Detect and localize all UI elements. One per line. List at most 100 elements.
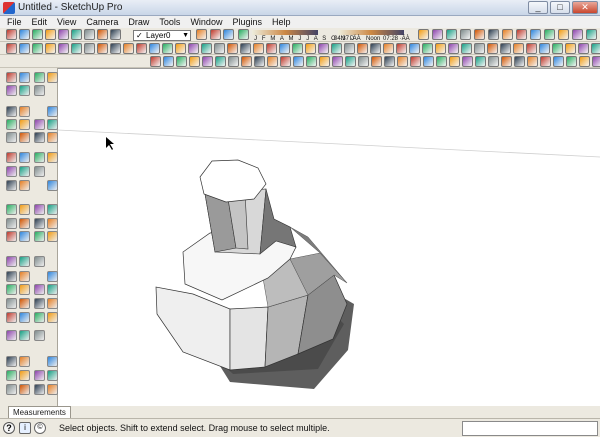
tool-button[interactable] (19, 166, 30, 177)
tool-button[interactable] (34, 85, 45, 96)
toolbar-button[interactable] (436, 56, 447, 67)
tool-button[interactable] (6, 271, 17, 282)
toolbar-button[interactable] (448, 43, 459, 54)
toolbar-button[interactable] (58, 29, 69, 40)
toolbar-button[interactable] (202, 56, 213, 67)
toolbar-button[interactable] (214, 43, 225, 54)
minimize-button[interactable]: _ (528, 1, 548, 14)
toolbar-button[interactable] (223, 29, 234, 40)
tool-button[interactable] (34, 152, 45, 163)
toolbar-button[interactable] (410, 56, 421, 67)
toolbar-button[interactable] (572, 29, 583, 40)
toolbar-button[interactable] (305, 43, 316, 54)
tool-button[interactable] (6, 284, 17, 295)
toolbar-button[interactable] (488, 56, 499, 67)
toolbar-button[interactable] (254, 56, 265, 67)
tool-button[interactable] (19, 384, 30, 395)
toolbar-button[interactable] (516, 29, 527, 40)
close-button[interactable]: ✕ (572, 1, 598, 14)
toolbar-button[interactable] (462, 56, 473, 67)
toolbar-button[interactable] (266, 43, 277, 54)
menu-draw[interactable]: Draw (123, 16, 154, 28)
tool-button[interactable] (47, 356, 58, 367)
toolbar-button[interactable] (501, 56, 512, 67)
tool-button[interactable] (19, 218, 30, 229)
toolbar-button[interactable] (418, 29, 429, 40)
menu-plugins[interactable]: Plugins (227, 16, 267, 28)
menu-edit[interactable]: Edit (27, 16, 53, 28)
layer-dropdown[interactable]: ✓ Layer0 ▼ (133, 30, 191, 41)
tool-button[interactable] (47, 180, 58, 191)
toolbar-button[interactable] (461, 43, 472, 54)
model-scene[interactable] (58, 69, 600, 407)
toolbar-button[interactable] (435, 43, 446, 54)
tool-button[interactable] (34, 72, 45, 83)
tool-button[interactable] (19, 298, 30, 309)
toolbar-button[interactable] (45, 29, 56, 40)
toolbar-button[interactable] (293, 56, 304, 67)
toolbar-button[interactable] (97, 29, 108, 40)
toolbar-button[interactable] (502, 29, 513, 40)
toolbar-button[interactable] (241, 56, 252, 67)
tool-button[interactable] (6, 152, 17, 163)
toolbar-button[interactable] (500, 43, 511, 54)
tool-button[interactable] (19, 132, 30, 143)
toolbar-button[interactable] (526, 43, 537, 54)
toolbar-button[interactable] (487, 43, 498, 54)
toolbar-button[interactable] (188, 43, 199, 54)
tool-button[interactable] (47, 218, 58, 229)
toolbar-button[interactable] (6, 29, 17, 40)
toolbar-button[interactable] (280, 56, 291, 67)
toolbar-button[interactable] (84, 43, 95, 54)
tool-button[interactable] (34, 298, 45, 309)
tool-button[interactable] (47, 152, 58, 163)
menu-help[interactable]: Help (267, 16, 296, 28)
toolbar-button[interactable] (71, 29, 82, 40)
tool-button[interactable] (34, 330, 45, 341)
toolbar-button[interactable] (409, 43, 420, 54)
tool-button[interactable] (47, 231, 58, 242)
toolbar-button[interactable] (396, 43, 407, 54)
tool-button[interactable] (6, 384, 17, 395)
maximize-button[interactable]: □ (550, 1, 570, 14)
toolbar-button[interactable] (176, 56, 187, 67)
toolbar-button[interactable] (331, 43, 342, 54)
tool-button[interactable] (19, 370, 30, 381)
toolbar-button[interactable] (136, 43, 147, 54)
tool-button[interactable] (34, 384, 45, 395)
tool-button[interactable] (6, 72, 17, 83)
tool-button[interactable] (6, 119, 17, 130)
tool-button[interactable] (47, 204, 58, 215)
tool-button[interactable] (6, 330, 17, 341)
toolbar-button[interactable] (530, 29, 541, 40)
tool-button[interactable] (19, 284, 30, 295)
toolbar-button[interactable] (592, 56, 600, 67)
toolbar-button[interactable] (150, 56, 161, 67)
toolbar-button[interactable] (383, 43, 394, 54)
tool-button[interactable] (6, 166, 17, 177)
tool-button[interactable] (34, 119, 45, 130)
tool-button[interactable] (19, 256, 30, 267)
toolbar-button[interactable] (123, 43, 134, 54)
tool-button[interactable] (34, 284, 45, 295)
tool-button[interactable] (47, 106, 58, 117)
toolbar-button[interactable] (474, 29, 485, 40)
toolbar-button[interactable] (318, 43, 329, 54)
measurements-input[interactable] (462, 421, 598, 436)
tool-button[interactable] (6, 356, 17, 367)
tool-button[interactable] (6, 132, 17, 143)
tool-button[interactable] (19, 356, 30, 367)
tool-button[interactable] (6, 312, 17, 323)
toolbar-button[interactable] (488, 29, 499, 40)
toolbar-button[interactable] (306, 56, 317, 67)
toolbar-button[interactable] (163, 56, 174, 67)
menu-file[interactable]: File (2, 16, 27, 28)
toolbar-button[interactable] (19, 43, 30, 54)
toolbar-button[interactable] (591, 43, 600, 54)
tool-button[interactable] (19, 330, 30, 341)
menu-tools[interactable]: Tools (154, 16, 185, 28)
tool-button[interactable] (34, 370, 45, 381)
toolbar-button[interactable] (227, 43, 238, 54)
toolbar-button[interactable] (319, 56, 330, 67)
toolbar-button[interactable] (6, 43, 17, 54)
